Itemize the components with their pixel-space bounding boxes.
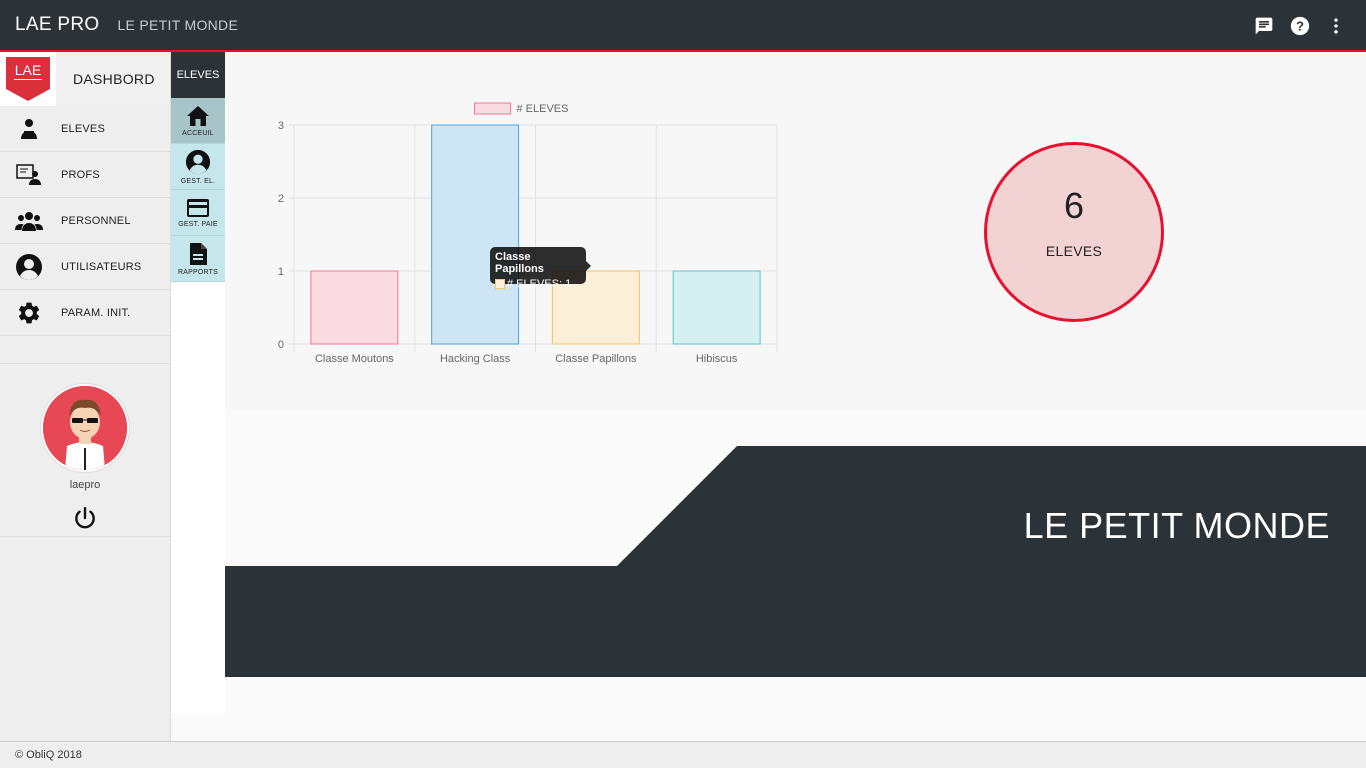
more-vert-icon[interactable]: [1324, 14, 1348, 38]
sidebar-item-param-init[interactable]: PARAM. INIT.: [0, 290, 170, 336]
gear-icon: [0, 300, 57, 326]
username: laepro: [69, 479, 101, 491]
chat-icon[interactable]: [1252, 14, 1276, 38]
footer: © ObliQ 2018: [0, 741, 1366, 768]
students-icon: [0, 117, 57, 141]
banner-title: LE PETIT MONDE: [1023, 505, 1330, 546]
logo-text: LAE: [15, 62, 41, 78]
sidebar-item-label: PERSONNEL: [61, 214, 131, 227]
copyright-text: © ObliQ 2018: [15, 749, 82, 761]
top-app-bar: LAE PRO LE PETIT MONDE ?: [0, 0, 1366, 52]
tooltip-line: # ELEVES: 1: [495, 278, 581, 290]
sidebar-item-label: ELEVES: [61, 122, 106, 135]
home-icon: [187, 105, 209, 126]
eleves-count: 6: [1063, 185, 1085, 226]
avatar[interactable]: [41, 384, 129, 472]
lae-logo[interactable]: LAE: [0, 52, 56, 106]
y-tick-label: 2: [278, 193, 284, 205]
y-tick-label: 1: [278, 266, 284, 278]
y-tick-label: 0: [278, 339, 284, 351]
school-banner: [225, 446, 1366, 677]
eleves-bar-chart: 0 1 2 3 Classe Moutons Hacking Class Classe Pa…: [278, 102, 778, 365]
sidebar-item-eleves[interactable]: ELEVES: [0, 106, 170, 152]
legend-swatch: [474, 102, 511, 115]
subnav-item-gest-paie[interactable]: GEST. PAIE: [171, 190, 225, 236]
x-tick-label: Hibiscus: [696, 353, 738, 365]
subnav-label: GEST. EL.: [180, 177, 216, 185]
bar: [310, 270, 399, 345]
account-icon: [185, 149, 211, 174]
power-icon[interactable]: [72, 505, 98, 536]
user-profile: laepro: [0, 364, 170, 537]
subnav-label: ACCEUIL: [182, 129, 214, 137]
sidebar-item-personnel[interactable]: PERSONNEL: [0, 198, 170, 244]
svg-text:?: ?: [1296, 19, 1304, 34]
eleves-count-badge: 6 ELEVES: [984, 142, 1164, 322]
chart-tooltip: Classe Papillons # ELEVES: 1: [490, 247, 591, 290]
tooltip-title: Classe Papillons: [495, 251, 544, 275]
x-tick-label: Classe Papillons: [555, 353, 637, 365]
sidebar-item-label: PARAM. INIT.: [61, 306, 131, 319]
teacher-icon: [0, 163, 57, 187]
chart-panel: 0 1 2 3 Classe Moutons Hacking Class Classe Pa…: [225, 52, 1366, 411]
bar: [672, 270, 761, 345]
sidebar-item-label: PROFS: [61, 168, 100, 181]
tooltip-value: # ELEVES: 1: [507, 278, 572, 290]
subnav-label: RAPPORTS: [178, 268, 218, 276]
eleves-count-label: ELEVES: [1045, 243, 1103, 259]
school-name: LE PETIT MONDE: [117, 17, 239, 33]
document-icon: [190, 242, 207, 265]
group-icon: [0, 209, 57, 233]
credit-card-icon: [187, 198, 209, 217]
dashboard-link[interactable]: DASHBORD: [73, 71, 155, 87]
sidebar-divider: [0, 336, 170, 364]
legend-label: # ELEVES: [517, 103, 569, 115]
subnav-label: GEST. PAIE: [178, 220, 218, 228]
sidebar-brand: LAE DASHBORD: [0, 52, 170, 106]
main-sidebar: LAE DASHBORD ELEVES PROFS PERSONNEL UTIL…: [0, 52, 171, 741]
subnav-item-gest-el[interactable]: GEST. EL.: [171, 144, 225, 190]
section-title: ELEVES: [171, 52, 225, 98]
y-tick-label: 3: [278, 120, 284, 132]
user-circle-icon: [0, 253, 57, 281]
help-icon[interactable]: ?: [1288, 14, 1312, 38]
app-title: LAE PRO: [15, 14, 100, 35]
subnav-item-acceuil[interactable]: ACCEUIL: [171, 98, 225, 144]
x-tick-label: Hacking Class: [440, 353, 511, 365]
tooltip-swatch: [495, 279, 505, 289]
section-nav: ELEVES ACCEUIL GEST. EL. GEST. PAIE RAPP…: [171, 52, 225, 713]
x-tick-label: Classe Moutons: [315, 353, 394, 365]
sidebar-item-utilisateurs[interactable]: UTILISATEURS: [0, 244, 170, 290]
bar: [431, 124, 520, 345]
subnav-item-rapports[interactable]: RAPPORTS: [171, 236, 225, 282]
sidebar-item-label: UTILISATEURS: [61, 260, 142, 273]
sidebar-item-profs[interactable]: PROFS: [0, 152, 170, 198]
